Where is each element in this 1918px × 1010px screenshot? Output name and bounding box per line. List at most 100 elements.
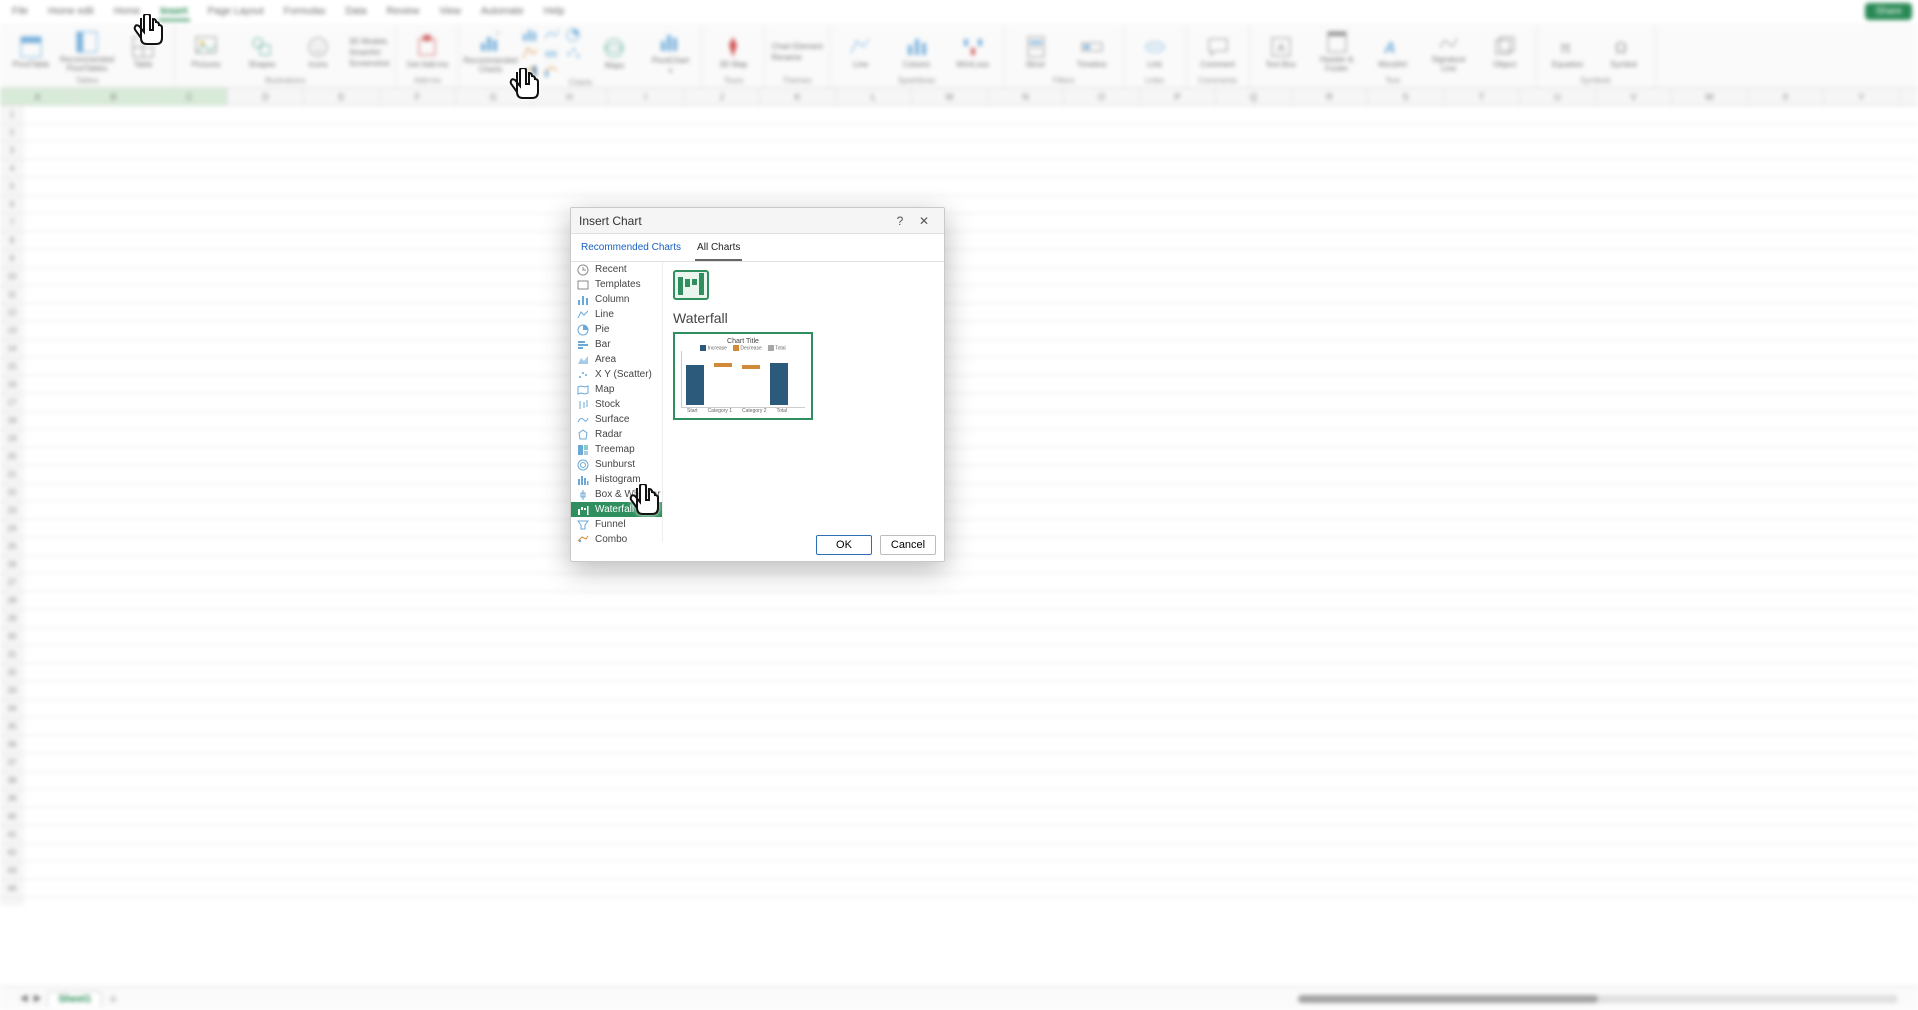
row-header-19[interactable]: 19	[0, 430, 24, 448]
row-header-15[interactable]: 15	[0, 358, 24, 376]
dialog-title-bar[interactable]: Insert Chart ? ✕	[571, 208, 944, 234]
column-header-U[interactable]: U	[1520, 88, 1596, 105]
scrollbar-thumb[interactable]	[1298, 995, 1598, 1003]
row-header-24[interactable]: 24	[0, 520, 24, 538]
pivotchart-button[interactable]: PivotChart ▾	[645, 31, 695, 75]
row-headers[interactable]: 1234567891011121314151617181920212223242…	[0, 106, 24, 906]
comment-button[interactable]: Comment	[1193, 35, 1243, 70]
column-header-T[interactable]: T	[1444, 88, 1520, 105]
row-header-21[interactable]: 21	[0, 466, 24, 484]
chart-type-x-y-scatter-[interactable]: X Y (Scatter)	[571, 367, 662, 382]
sheet-nav-next-icon[interactable]: ▶	[34, 993, 42, 1004]
row-header-42[interactable]: 42	[0, 844, 24, 862]
row-header-29[interactable]: 29	[0, 610, 24, 628]
column-header-L[interactable]: L	[836, 88, 912, 105]
row-header-3[interactable]: 3	[0, 142, 24, 160]
chart-type-recent[interactable]: Recent	[571, 262, 662, 277]
chart-subtype-waterfall[interactable]	[673, 270, 709, 300]
dialog-close-button[interactable]: ✕	[912, 211, 936, 231]
row-header-16[interactable]: 16	[0, 376, 24, 394]
pie-chart-dropdown[interactable]	[565, 28, 583, 42]
row-header-23[interactable]: 23	[0, 502, 24, 520]
chart-type-column[interactable]: Column	[571, 292, 662, 307]
row-header-12[interactable]: 12	[0, 304, 24, 322]
chart-type-area[interactable]: Area	[571, 352, 662, 367]
column-chart-dropdown[interactable]	[521, 28, 539, 42]
tab-page-layout[interactable]: Page Layout	[206, 4, 266, 21]
row-header-33[interactable]: 33	[0, 682, 24, 700]
row-header-25[interactable]: 25	[0, 538, 24, 556]
horizontal-scrollbar[interactable]	[1298, 995, 1898, 1003]
column-header-A[interactable]: A	[0, 88, 76, 105]
tab-review[interactable]: Review	[385, 4, 422, 21]
chart-type-bar[interactable]: Bar	[571, 337, 662, 352]
line-chart-dropdown[interactable]	[543, 28, 561, 42]
row-header-28[interactable]: 28	[0, 592, 24, 610]
row-header-27[interactable]: 27	[0, 574, 24, 592]
text-box-button[interactable]: A Text Box	[1256, 35, 1306, 70]
row-header-10[interactable]: 10	[0, 268, 24, 286]
column-header-F[interactable]: F	[380, 88, 456, 105]
tab-view[interactable]: View	[437, 4, 463, 21]
row-header-5[interactable]: 5	[0, 178, 24, 196]
column-header-S[interactable]: S	[1368, 88, 1444, 105]
row-header-9[interactable]: 9	[0, 250, 24, 268]
row-header-4[interactable]: 4	[0, 160, 24, 178]
dialog-tab-all-charts[interactable]: All Charts	[695, 238, 742, 261]
tab-help[interactable]: Help	[542, 4, 567, 21]
header-footer-button[interactable]: Header & Footer	[1312, 30, 1362, 74]
cancel-button[interactable]: Cancel	[880, 535, 936, 555]
chart-type-line[interactable]: Line	[571, 307, 662, 322]
recommended-pivottables-button[interactable]: Recommended PivotTables	[62, 30, 112, 74]
smartart-button[interactable]: SmartArt	[349, 48, 389, 57]
row-header-36[interactable]: 36	[0, 736, 24, 754]
column-header-Y[interactable]: Y	[1824, 88, 1900, 105]
row-header-13[interactable]: 13	[0, 322, 24, 340]
tab-formulas[interactable]: Formulas	[282, 4, 328, 21]
pivottable-button[interactable]: PivotTable	[6, 35, 56, 70]
tab-automate[interactable]: Automate	[479, 4, 526, 21]
column-header-K[interactable]: K	[760, 88, 836, 105]
row-header-18[interactable]: 18	[0, 412, 24, 430]
link-button[interactable]: Link	[1130, 35, 1180, 70]
symbol-button[interactable]: Ω Symbol	[1599, 35, 1649, 70]
sparkline-winloss-button[interactable]: Win/Loss	[948, 35, 998, 70]
chart-type-stock[interactable]: Stock	[571, 397, 662, 412]
row-header-22[interactable]: 22	[0, 484, 24, 502]
chart-type-pie[interactable]: Pie	[571, 322, 662, 337]
dialog-tab-recommended[interactable]: Recommended Charts	[579, 238, 683, 261]
3d-models-button[interactable]: 3D Models	[349, 37, 389, 46]
column-header-Z[interactable]: Z	[1900, 88, 1918, 105]
row-header-14[interactable]: 14	[0, 340, 24, 358]
column-header-V[interactable]: V	[1596, 88, 1672, 105]
row-header-44[interactable]: 44	[0, 880, 24, 898]
column-header-P[interactable]: P	[1140, 88, 1216, 105]
spreadsheet-grid[interactable]: 1234567891011121314151617181920212223242…	[0, 106, 1918, 906]
row-header-34[interactable]: 34	[0, 700, 24, 718]
bar-chart-dropdown[interactable]	[521, 46, 539, 60]
maps-button[interactable]: Maps	[589, 36, 639, 71]
sparkline-column-button[interactable]: Column	[892, 35, 942, 70]
row-header-32[interactable]: 32	[0, 664, 24, 682]
row-header-26[interactable]: 26	[0, 556, 24, 574]
row-header-38[interactable]: 38	[0, 772, 24, 790]
row-header-30[interactable]: 30	[0, 628, 24, 646]
row-header-2[interactable]: 2	[0, 124, 24, 142]
chart-type-templates[interactable]: Templates	[571, 277, 662, 292]
row-header-20[interactable]: 20	[0, 448, 24, 466]
tab-data[interactable]: Data	[343, 4, 368, 21]
sheet-tab-1[interactable]: Sheet1	[47, 991, 102, 1007]
row-header-7[interactable]: 7	[0, 214, 24, 232]
icons-button[interactable]: Icons	[293, 35, 343, 70]
column-header-W[interactable]: W	[1672, 88, 1748, 105]
chart-type-sunburst[interactable]: Sunburst	[571, 457, 662, 472]
column-header-X[interactable]: X	[1748, 88, 1824, 105]
row-header-39[interactable]: 39	[0, 790, 24, 808]
get-addins-button[interactable]: Get Add-ins	[402, 35, 452, 70]
row-header-31[interactable]: 31	[0, 646, 24, 664]
timeline-button[interactable]: Timeline	[1067, 35, 1117, 70]
row-header-8[interactable]: 8	[0, 232, 24, 250]
column-header-J[interactable]: J	[684, 88, 760, 105]
column-header-Q[interactable]: Q	[1216, 88, 1292, 105]
wordart-button[interactable]: A WordArt	[1368, 35, 1418, 70]
